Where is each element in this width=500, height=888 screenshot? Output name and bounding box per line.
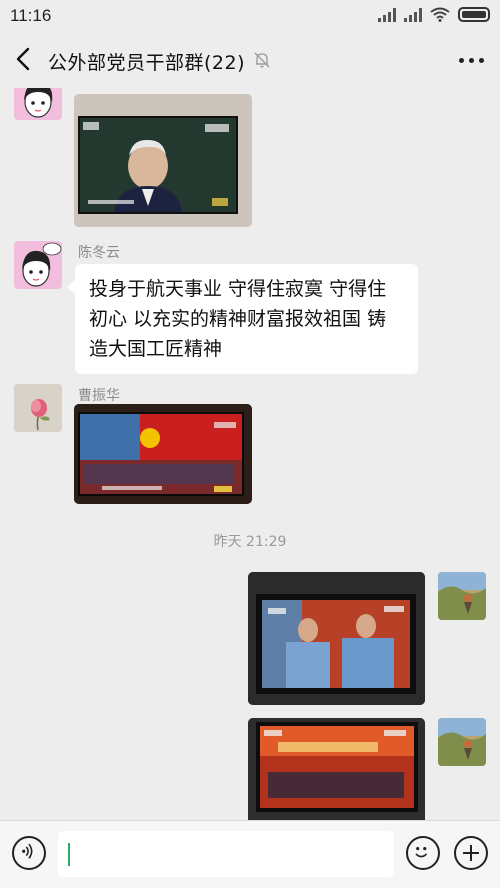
chat-message-list[interactable]: 陈冬云 投身于航天事业 守得住寂寞 守得住初心 以充实的精神财富报效祖国 铸造大… <box>0 88 500 820</box>
signal-icon <box>404 7 422 22</box>
tv-photo-icon <box>74 404 252 504</box>
input-bar <box>0 820 500 888</box>
chat-title: 公外部党员干部群(22) <box>48 52 246 74</box>
text-message-bubble[interactable]: 投身于航天事业 守得住寂寞 守得住初心 以充实的精神财富报效祖国 铸造大国工匠精… <box>67 264 418 374</box>
tv-photo-icon <box>248 572 425 705</box>
signal-icon <box>378 7 396 22</box>
image-message[interactable] <box>248 572 425 705</box>
image-message[interactable] <box>74 404 252 504</box>
mute-bell-icon <box>254 52 270 68</box>
status-bar: 11:16 <box>0 0 500 32</box>
battery-icon <box>458 7 490 22</box>
voice-input-button[interactable] <box>12 836 46 870</box>
sender-name: 曹振华 <box>78 388 120 404</box>
tv-photo-icon <box>74 94 252 227</box>
avatar[interactable] <box>438 572 486 620</box>
more-options-button[interactable] <box>459 58 484 63</box>
avatar[interactable] <box>14 241 62 289</box>
status-time: 11:16 <box>10 6 52 25</box>
message-text: 投身于航天事业 守得住寂寞 守得住初心 以充实的精神财富报效祖国 铸造大国工匠精… <box>89 278 387 360</box>
avatar[interactable] <box>14 88 62 120</box>
image-message[interactable] <box>248 718 425 820</box>
wifi-icon <box>430 7 450 22</box>
emoji-icon <box>415 847 428 858</box>
more-functions-button[interactable] <box>454 836 488 870</box>
avatar[interactable] <box>438 718 486 766</box>
sender-name: 陈冬云 <box>78 245 120 261</box>
voice-icon <box>22 843 33 859</box>
image-message[interactable] <box>74 94 252 227</box>
emoji-button[interactable] <box>406 836 440 870</box>
chat-header: 公外部党员干部群(22) <box>0 32 500 88</box>
message-input[interactable] <box>58 831 394 877</box>
timestamp: 昨天 21:29 <box>213 534 287 550</box>
avatar[interactable] <box>14 384 62 432</box>
tv-photo-icon <box>248 718 425 820</box>
status-icons <box>378 7 490 22</box>
text-caret <box>68 843 70 866</box>
back-arrow-icon[interactable] <box>10 45 38 73</box>
